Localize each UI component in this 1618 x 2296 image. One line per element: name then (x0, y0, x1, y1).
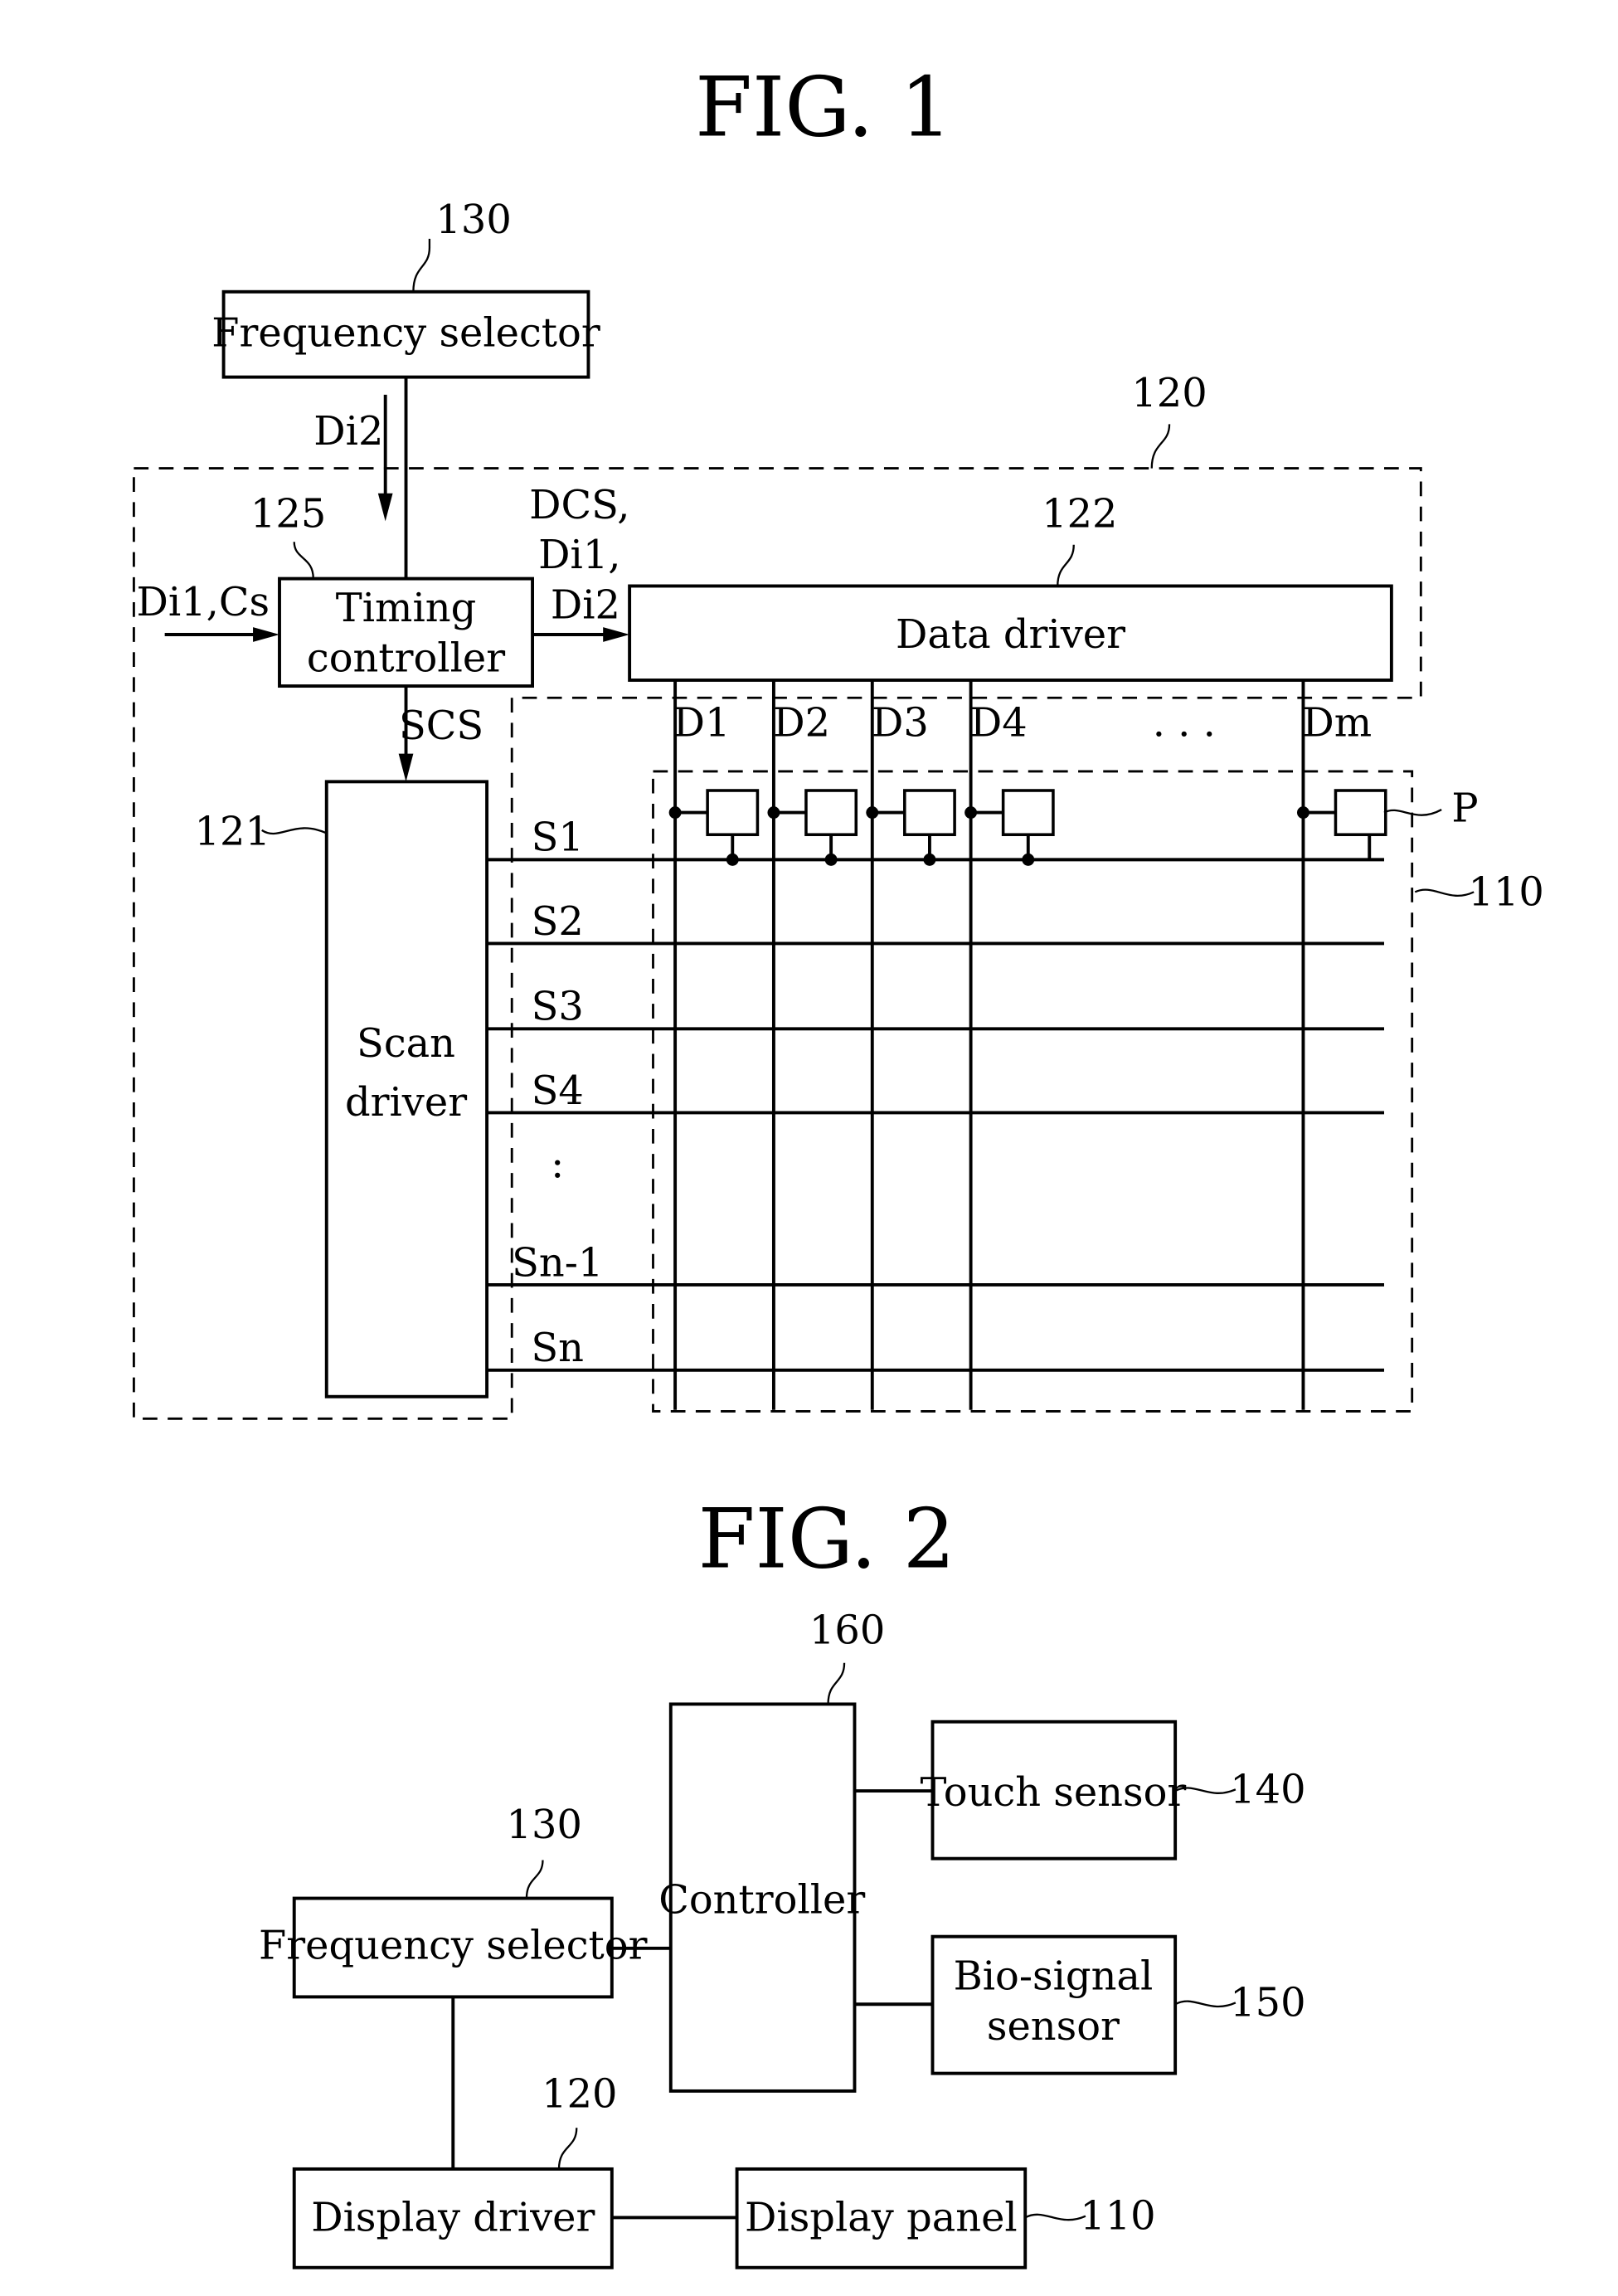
scan-driver-label-2: driver (345, 1080, 467, 1126)
ref-121: 121 (195, 810, 270, 855)
pixel-cell (903, 789, 956, 836)
ref-leader-130 (412, 238, 431, 292)
fig2-display-panel: Display panel 110 (735, 2167, 1156, 2269)
timing-controller-label-2: controller (307, 635, 505, 681)
signal-scs: SCS (399, 703, 483, 749)
fig1-scan-driver: Scan driver 121 (195, 780, 489, 1399)
scan-junction-dot (923, 853, 936, 866)
data-ellipsis: . . . (1153, 700, 1216, 746)
fig1: FIG. 1 Frequency selector 130 Di2 120 Ti… (132, 61, 1544, 1420)
pixel-grid (668, 789, 1387, 866)
ref-110: 110 (1469, 869, 1544, 915)
fig2-bio-signal-sensor: Bio-signal sensor 150 (930, 1934, 1306, 2075)
ref-leader-110b (1024, 2213, 1086, 2221)
data-junction-dot (767, 806, 780, 820)
dcs-arrowhead (603, 627, 630, 642)
scan-junction-dot (824, 853, 838, 866)
pixel-cell (804, 789, 858, 836)
ref-140: 140 (1230, 1767, 1305, 1812)
touch-sensor-label: Touch sensor (921, 1770, 1187, 1816)
display-driver-label: Display driver (311, 2195, 595, 2240)
data-label-d4: D4 (970, 700, 1028, 746)
ref-150: 150 (1230, 1980, 1305, 2026)
display-panel-boundary (652, 770, 1414, 1413)
data-label-d2: D2 (773, 700, 830, 746)
scan-junction-dot (726, 853, 739, 866)
ref-110b: 110 (1080, 2194, 1155, 2240)
fig2-display-driver: Display driver 120 (292, 2071, 618, 2269)
timing-controller-label-1: Timing (336, 586, 476, 631)
fig2-frequency-selector: Frequency selector 130 (259, 1802, 648, 1999)
fig2: FIG. 2 Controller 160 Touch sensor 140 B… (259, 1491, 1306, 2269)
ref-leader-120 (1150, 424, 1171, 469)
ref-leader-110 (1414, 888, 1475, 897)
signal-di1-cs: Di1,Cs (136, 580, 270, 625)
patent-drawing-sheet: FIG. 1 Frequency selector 130 Di2 120 Ti… (132, 61, 1544, 2269)
ref-120: 120 (1131, 371, 1207, 416)
fig2-controller: Controller 160 (658, 1608, 885, 2093)
data-junction-dot (668, 806, 682, 820)
fig1-data-driver: Data driver 122 (628, 492, 1393, 682)
input-arrowhead (253, 627, 279, 642)
ref-130b: 130 (507, 1802, 582, 1848)
scan-driver-label-1: Scan (357, 1021, 455, 1067)
scan-label-sn-1: Sn-1 (512, 1240, 603, 1286)
fig1-frequency-selector-label: Frequency selector (211, 310, 600, 356)
scan-label-s1: S1 (532, 815, 584, 861)
bio-signal-label-1: Bio-signal (954, 1954, 1154, 2000)
ref-leader-150 (1174, 2000, 1237, 2008)
ref-125: 125 (250, 492, 326, 538)
scan-vertical-ellipsis: : (551, 1141, 564, 1187)
pixel-cell (706, 789, 760, 836)
display-panel-label: Display panel (745, 2195, 1018, 2240)
signal-dcs-2: Di1, (538, 533, 620, 578)
scs-arrowhead (398, 753, 414, 782)
data-junction-dot (964, 806, 978, 820)
data-junction-dot (1296, 806, 1309, 820)
pixel-cell (1001, 789, 1055, 836)
scan-label-sn: Sn (531, 1326, 584, 1371)
fig1-title: FIG. 1 (695, 61, 952, 156)
ref-leader-120b (557, 2128, 578, 2169)
fig2-title: FIG. 2 (698, 1491, 955, 1587)
ref-leader-125 (293, 542, 314, 579)
scan-label-s3: S3 (532, 985, 584, 1030)
data-junction-dot (866, 806, 879, 820)
scan-label-s4: S4 (532, 1068, 584, 1114)
data-label-dm: Dm (1302, 700, 1372, 746)
data-driver-label: Data driver (896, 612, 1125, 658)
ref-leader-160 (827, 1662, 846, 1705)
di2-arrowhead (377, 493, 393, 522)
ref-leader-121 (261, 827, 328, 835)
fig1-timing-controller: Timing controller 125 (250, 492, 535, 688)
bio-signal-label-2: sensor (987, 2004, 1120, 2050)
ref-122: 122 (1042, 492, 1117, 538)
scan-label-s2: S2 (532, 899, 584, 945)
signal-dcs-3: Di2 (551, 582, 620, 628)
scan-lines: S1 S2 S3 S4 Sn-1 Sn : (487, 815, 1384, 1372)
ref-130: 130 (435, 197, 511, 243)
pixel-cell (1334, 789, 1387, 836)
fig2-touch-sensor: Touch sensor 140 (921, 1720, 1306, 1861)
data-label-d1: D1 (673, 700, 731, 746)
ref-160: 160 (809, 1608, 885, 1654)
ref-leader-p (1383, 809, 1442, 816)
fig2-frequency-selector-label: Frequency selector (259, 1923, 648, 1968)
ref-leader-122 (1057, 544, 1075, 586)
signal-di2: Di2 (313, 409, 383, 455)
scan-junction-dot (1022, 853, 1035, 866)
fig1-frequency-selector: Frequency selector 130 (211, 197, 600, 379)
data-label-d3: D3 (872, 700, 929, 746)
ref-leader-130b (525, 1860, 544, 1899)
signal-dcs-1: DCS, (529, 483, 629, 528)
controller-label: Controller (658, 1877, 865, 1923)
ref-120b: 120 (542, 2071, 617, 2117)
pixel-label-p: P (1451, 786, 1478, 831)
